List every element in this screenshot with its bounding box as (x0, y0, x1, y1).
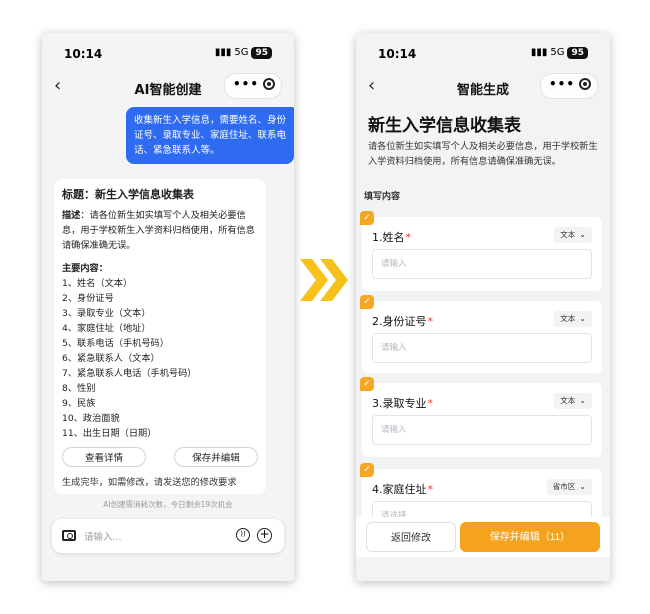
field-type-select[interactable]: 文本 ⌄ (554, 393, 592, 409)
required-mark: * (427, 483, 434, 496)
field-type-text: 文本 (560, 396, 576, 405)
section-label: 填写内容 (364, 192, 401, 202)
list-item: 8、性别 (62, 383, 96, 394)
reply-footer: 生成完毕，如需修改，请发送您的修改要求 (62, 477, 237, 488)
status-time: 10:14 (378, 47, 417, 61)
id-number-input[interactable]: 请输入 (372, 333, 592, 363)
required-mark: * (427, 397, 434, 410)
field-type-select[interactable]: 文本 ⌄ (554, 227, 592, 243)
field-label-text: 4.家庭住址 (372, 483, 427, 496)
list-item: 5、联系电话（手机号码） (62, 338, 169, 349)
list-item: 3、录取专业（文本） (62, 308, 151, 319)
field-type-text: 文本 (560, 314, 576, 323)
ai-reply-card: 标题：新生入学信息收集表 描述：请各位新生如实填写个人及相关必要信息，用于学校新… (54, 179, 266, 494)
reply-title: 标题：新生入学信息收集表 (62, 188, 194, 201)
reply-description: 描述：请各位新生如实填写个人及相关必要信息，用于学校新生入学资料归档使用，所有信… (62, 208, 258, 253)
reply-actions: 查看详情 保存并编辑 (62, 447, 258, 467)
field-label: 3.录取专业* (372, 395, 433, 411)
capsule-menu[interactable]: ••• (540, 73, 598, 99)
status-bar: 10:14 ▮▮▮ 5G 95 (356, 33, 610, 73)
quota-note: AI创建需消耗次数，今日剩余19次机会 (103, 500, 233, 509)
view-details-button[interactable]: 查看详情 (62, 447, 146, 467)
status-network: 5G (550, 47, 565, 58)
reply-desc-text: ：请各位新生如实填写个人及相关必要信息，用于学校新生入学资料归档使用，所有信息请… (62, 210, 255, 251)
chevron-down-icon: ⌄ (579, 482, 586, 491)
check-icon: ✓ (360, 463, 374, 477)
major-input[interactable]: 请输入 (372, 415, 592, 445)
reply-main-label: 主要内容： (62, 263, 108, 274)
status-bar: 10:14 ▮▮▮ 5G 95 (42, 33, 294, 73)
status-time: 10:14 (64, 47, 103, 61)
close-target-icon[interactable] (579, 78, 591, 90)
form-field-major: ✓ 3.录取专业* 文本 ⌄ 请输入 (360, 377, 602, 457)
list-item: 2、身份证号 (62, 293, 114, 304)
check-icon: ✓ (360, 377, 374, 391)
plus-icon[interactable]: + (257, 528, 272, 543)
field-label: 2.身份证号* (372, 313, 433, 329)
list-item: 1、姓名（文本） (62, 278, 133, 289)
form-field-id-number: ✓ 2.身份证号* 文本 ⌄ 请输入 (360, 295, 602, 373)
check-icon: ✓ (360, 211, 374, 225)
form-screen: 10:14 ▮▮▮ 5G 95 ‹ 智能生成 ••• 新生入学信息收集表 请各位新生… (356, 33, 610, 581)
double-chevron-right-icon (300, 259, 348, 301)
voice-icon[interactable]: )) (236, 528, 250, 542)
close-target-icon[interactable] (263, 78, 275, 90)
more-icon[interactable]: ••• (233, 77, 259, 91)
reply-items: 1、姓名（文本） 2、身份证号 3、录取专业（文本） 4、家庭住址（地址） 5、… (62, 276, 258, 441)
field-label-text: 3.录取专业 (372, 397, 427, 410)
more-icon[interactable]: ••• (549, 77, 575, 91)
list-item: 4、家庭住址（地址） (62, 323, 151, 334)
status-signal: ▮▮▮ 5G 95 (531, 47, 588, 59)
chevron-down-icon: ⌄ (579, 396, 586, 405)
reply-desc-label: 描述 (62, 210, 81, 221)
form-title: 新生入学信息收集表 (368, 116, 521, 136)
list-item: 7、紧急联系人电话（手机号码） (62, 368, 197, 379)
save-and-edit-button[interactable]: 保存并编辑（11） (460, 522, 600, 552)
form-description: 请各位新生如实填写个人及相关必要信息，用于学校新生入学资料归档使用，所有信息请确… (368, 141, 598, 167)
field-type-select[interactable]: 文本 ⌄ (554, 311, 592, 327)
field-type-select[interactable]: 省市区 ⌄ (546, 479, 592, 495)
capsule-menu[interactable]: ••• (224, 73, 282, 99)
field-label-text: 2.身份证号 (372, 315, 427, 328)
field-label: 1.姓名* (372, 229, 411, 245)
list-item: 9、民族 (62, 398, 96, 409)
back-edit-button[interactable]: 返回修改 (366, 522, 456, 552)
chat-input-bar[interactable]: 请输入... )) + (52, 519, 284, 553)
chevron-down-icon: ⌄ (579, 314, 586, 323)
camera-icon[interactable] (62, 530, 76, 541)
chat-input[interactable]: 请输入... (84, 529, 122, 543)
name-input[interactable]: 请输入 (372, 249, 592, 279)
list-item: 11、出生日期（日期） (62, 428, 157, 439)
required-mark: * (427, 315, 434, 328)
list-item: 6、紧急联系人（文本） (62, 353, 160, 364)
form-field-name: ✓ 1.姓名* 文本 ⌄ 请输入 (360, 211, 602, 291)
list-item: 10、政治面貌 (62, 413, 120, 424)
field-type-text: 文本 (560, 230, 576, 239)
status-network: 5G (234, 47, 249, 58)
chat-screen: 10:14 ▮▮▮ 5G 95 ‹ AI智能创建 ••• 收集新生入学信息，需要姓名… (42, 33, 294, 581)
status-signal: ▮▮▮ 5G 95 (215, 47, 272, 59)
save-edit-button[interactable]: 保存并编辑 (174, 447, 258, 467)
user-message: 收集新生入学信息，需要姓名、身份证号、录取专业、家庭住址、联系电话、紧急联系人等… (126, 107, 294, 164)
status-battery: 95 (567, 47, 588, 59)
nav-bar: ‹ AI智能创建 ••• (42, 71, 294, 103)
chevron-down-icon: ⌄ (579, 230, 586, 239)
field-label-text: 1.姓名 (372, 231, 405, 244)
status-battery: 95 (251, 47, 272, 59)
bottom-action-bar: 返回修改 保存并编辑（11） (356, 517, 610, 557)
field-type-text: 省市区 (552, 482, 576, 491)
field-label: 4.家庭住址* (372, 481, 433, 497)
required-mark: * (405, 231, 412, 244)
check-icon: ✓ (360, 295, 374, 309)
nav-bar: ‹ 智能生成 ••• (356, 71, 610, 103)
